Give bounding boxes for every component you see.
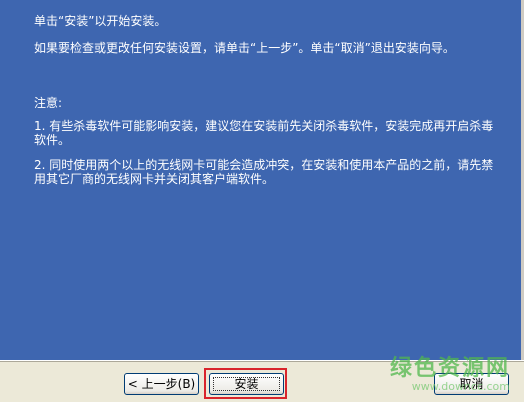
change-settings-instruction: 如果要检查或更改任何安装设置，请单击“上一步”。单击“取消”退出安装向导。 [34,41,455,55]
back-button[interactable]: < 上一步(B) [124,373,199,395]
note-title: 注意: [34,96,63,110]
watermark-main: 绿色资源网 [389,356,510,381]
note-antivirus: 1. 有些杀毒软件可能影响安装，建议您在安装前先关闭杀毒软件，安装完成再开启杀毒… [34,119,494,147]
install-instruction: 单击“安装”以开始安装。 [34,14,167,28]
install-button[interactable]: 安装 [209,373,284,395]
note-wireless-cards: 2. 同时使用两个以上的无线网卡可能会造成冲突，在安装和使用本产品的之前，请先禁… [34,158,494,186]
installer-content-panel: 单击“安装”以开始安装。 如果要检查或更改任何安装设置，请单击“上一步”。单击“… [0,0,524,360]
focus-ring [213,377,280,391]
watermark-logo: 绿色资源网 www.downcc.com [390,350,510,393]
watermark-url: www.downcc.com [411,380,510,393]
